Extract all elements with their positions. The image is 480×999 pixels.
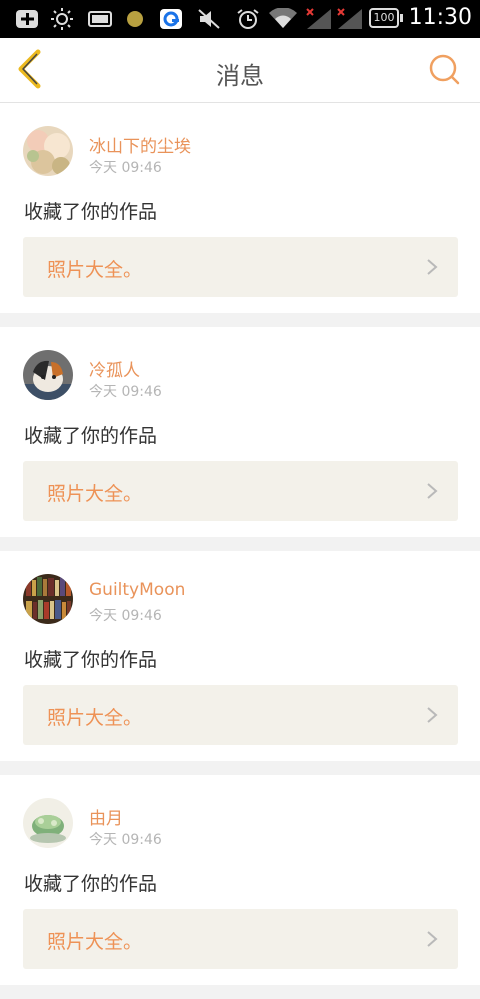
username[interactable]: GuiltyMoon (89, 580, 185, 600)
chevron-right-icon (427, 707, 438, 723)
header: 消息 (0, 38, 480, 103)
signal-no-service-icon (306, 8, 331, 29)
clock: 11:30 (408, 5, 472, 30)
mute-icon (198, 9, 220, 29)
work-link[interactable]: 照片大全。 (23, 237, 458, 297)
chevron-right-icon (427, 931, 438, 947)
avatar-image (23, 574, 73, 624)
status-bar: 100 11:30 (0, 0, 480, 38)
message-card: 冰山下的尘埃 今天 09:46 收藏了你的作品 照片大全。 (0, 103, 480, 313)
action-text: 收藏了你的作品 (24, 201, 158, 223)
work-title: 照片大全。 (47, 259, 143, 281)
avatar[interactable] (23, 126, 73, 176)
avatar[interactable] (23, 574, 73, 624)
work-title: 照片大全。 (47, 707, 143, 729)
brightness-icon (51, 8, 73, 30)
chevron-right-icon (427, 483, 438, 499)
timestamp: 今天 09:46 (89, 832, 162, 848)
search-button[interactable] (426, 52, 462, 88)
battery-saver-icon (88, 11, 112, 27)
action-text: 收藏了你的作品 (24, 873, 158, 895)
message-card: 冷孤人 今天 09:46 收藏了你的作品 照片大全。 (0, 327, 480, 537)
work-link[interactable]: 照片大全。 (23, 909, 458, 969)
timestamp: 今天 09:46 (89, 384, 162, 400)
action-text: 收藏了你的作品 (24, 649, 158, 671)
username[interactable]: 冰山下的尘埃 (89, 132, 191, 157)
message-list: 冰山下的尘埃 今天 09:46 收藏了你的作品 照片大全。 冷孤人 今天 09:… (0, 103, 480, 999)
battery-icon: 100 (369, 8, 399, 28)
action-text: 收藏了你的作品 (24, 425, 158, 447)
search-icon (429, 54, 460, 85)
alarm-icon (237, 9, 259, 29)
work-title: 照片大全。 (47, 931, 143, 953)
avatar-image (23, 798, 73, 848)
chevron-right-icon (427, 259, 438, 275)
timestamp: 今天 09:46 (89, 608, 162, 624)
timestamp: 今天 09:46 (89, 160, 162, 176)
dot-icon (127, 11, 143, 27)
username[interactable]: 冷孤人 (89, 356, 140, 381)
work-link[interactable]: 照片大全。 (23, 685, 458, 745)
username[interactable]: 由月 (89, 804, 123, 829)
message-card: 由月 今天 09:46 收藏了你的作品 照片大全。 (0, 775, 480, 985)
work-link[interactable]: 照片大全。 (23, 461, 458, 521)
message-card: GuiltyMoon 今天 09:46 收藏了你的作品 照片大全。 (0, 551, 480, 761)
battery-tip (400, 14, 403, 22)
app-icon (160, 9, 182, 29)
wifi-icon (269, 8, 297, 28)
page-title: 消息 (216, 62, 264, 90)
avatar-image (23, 126, 73, 176)
work-title: 照片大全。 (47, 483, 143, 505)
avatar[interactable] (23, 350, 73, 400)
avatar[interactable] (23, 798, 73, 848)
avatar-image (23, 350, 73, 400)
signal-no-service-icon (337, 8, 362, 29)
battery-level: 100 (373, 11, 395, 24)
notification-add-icon (16, 10, 38, 28)
